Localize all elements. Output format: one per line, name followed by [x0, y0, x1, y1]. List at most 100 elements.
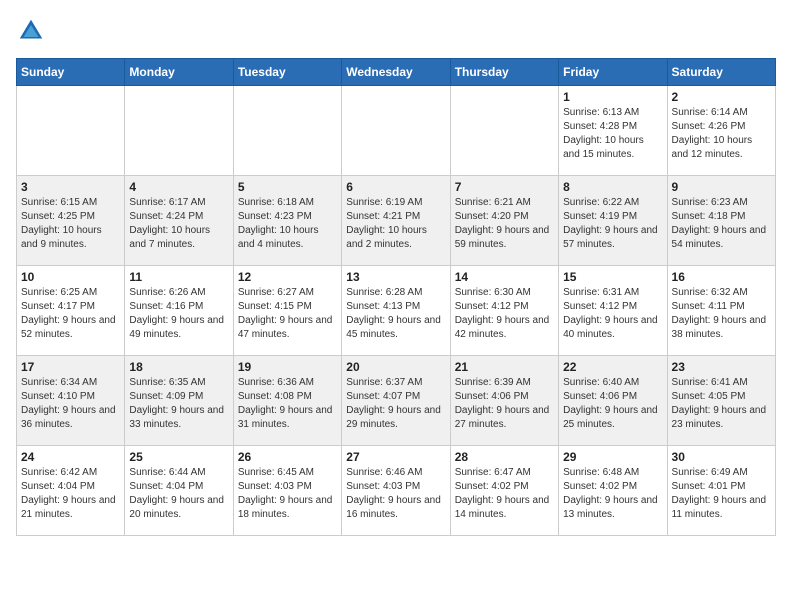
day-number: 29 — [563, 450, 662, 464]
day-number: 11 — [129, 270, 228, 284]
calendar-cell: 17 Sunrise: 6:34 AMSunset: 4:10 PMDayligh… — [17, 356, 125, 446]
day-info: Sunrise: 6:18 AMSunset: 4:23 PMDaylight:… — [238, 196, 337, 252]
day-info: Sunrise: 6:42 AMSunset: 4:04 PMDaylight:… — [21, 466, 120, 522]
day-of-week-header: Sunday — [17, 59, 125, 86]
calendar-cell: 12 Sunrise: 6:27 AMSunset: 4:15 PMDayligh… — [233, 266, 341, 356]
day-of-week-header: Wednesday — [342, 59, 450, 86]
calendar-cell: 10 Sunrise: 6:25 AMSunset: 4:17 PMDayligh… — [17, 266, 125, 356]
day-info: Sunrise: 6:21 AMSunset: 4:20 PMDaylight:… — [455, 196, 554, 252]
day-number: 23 — [672, 360, 771, 374]
day-info: Sunrise: 6:39 AMSunset: 4:06 PMDaylight:… — [455, 376, 554, 432]
day-number: 15 — [563, 270, 662, 284]
day-number: 22 — [563, 360, 662, 374]
day-of-week-header: Tuesday — [233, 59, 341, 86]
calendar-cell: 27 Sunrise: 6:46 AMSunset: 4:03 PMDayligh… — [342, 446, 450, 536]
day-number: 27 — [346, 450, 445, 464]
day-of-week-header: Friday — [559, 59, 667, 86]
calendar-cell: 22 Sunrise: 6:40 AMSunset: 4:06 PMDayligh… — [559, 356, 667, 446]
day-info: Sunrise: 6:35 AMSunset: 4:09 PMDaylight:… — [129, 376, 228, 432]
day-number: 1 — [563, 90, 662, 104]
calendar-cell: 18 Sunrise: 6:35 AMSunset: 4:09 PMDayligh… — [125, 356, 233, 446]
day-info: Sunrise: 6:15 AMSunset: 4:25 PMDaylight:… — [21, 196, 120, 252]
day-info: Sunrise: 6:14 AMSunset: 4:26 PMDaylight:… — [672, 106, 771, 162]
day-info: Sunrise: 6:31 AMSunset: 4:12 PMDaylight:… — [563, 286, 662, 342]
day-info: Sunrise: 6:13 AMSunset: 4:28 PMDaylight:… — [563, 106, 662, 162]
day-number: 19 — [238, 360, 337, 374]
day-number: 21 — [455, 360, 554, 374]
day-number: 12 — [238, 270, 337, 284]
calendar-cell: 9 Sunrise: 6:23 AMSunset: 4:18 PMDaylight… — [667, 176, 775, 266]
day-number: 9 — [672, 180, 771, 194]
day-info: Sunrise: 6:28 AMSunset: 4:13 PMDaylight:… — [346, 286, 445, 342]
calendar-cell: 16 Sunrise: 6:32 AMSunset: 4:11 PMDayligh… — [667, 266, 775, 356]
day-number: 28 — [455, 450, 554, 464]
day-number: 18 — [129, 360, 228, 374]
calendar-table: SundayMondayTuesdayWednesdayThursdayFrid… — [16, 58, 776, 536]
calendar-header: SundayMondayTuesdayWednesdayThursdayFrid… — [17, 59, 776, 86]
calendar-cell: 14 Sunrise: 6:30 AMSunset: 4:12 PMDayligh… — [450, 266, 558, 356]
calendar-cell: 8Sunrise: 6:22 AMSunset: 4:19 PMDaylight… — [559, 176, 667, 266]
calendar-cell: 20 Sunrise: 6:37 AMSunset: 4:07 PMDayligh… — [342, 356, 450, 446]
day-info: Sunrise: 6:46 AMSunset: 4:03 PMDaylight:… — [346, 466, 445, 522]
day-number: 14 — [455, 270, 554, 284]
calendar-cell — [450, 86, 558, 176]
day-info: Sunrise: 6:19 AMSunset: 4:21 PMDaylight:… — [346, 196, 445, 252]
day-info: Sunrise: 6:23 AMSunset: 4:18 PMDaylight:… — [672, 196, 771, 252]
calendar-cell: 24 Sunrise: 6:42 AMSunset: 4:04 PMDayligh… — [17, 446, 125, 536]
day-number: 2 — [672, 90, 771, 104]
day-info: Sunrise: 6:41 AMSunset: 4:05 PMDaylight:… — [672, 376, 771, 432]
calendar-cell: 4 Sunrise: 6:17 AMSunset: 4:24 PMDaylight… — [125, 176, 233, 266]
calendar-cell: 30 Sunrise: 6:49 AMSunset: 4:01 PMDayligh… — [667, 446, 775, 536]
day-number: 30 — [672, 450, 771, 464]
day-number: 4 — [129, 180, 228, 194]
day-of-week-header: Saturday — [667, 59, 775, 86]
day-number: 25 — [129, 450, 228, 464]
calendar-cell: 19 Sunrise: 6:36 AMSunset: 4:08 PMDayligh… — [233, 356, 341, 446]
logo-icon — [16, 16, 46, 46]
day-info: Sunrise: 6:36 AMSunset: 4:08 PMDaylight:… — [238, 376, 337, 432]
calendar-cell: 2 Sunrise: 6:14 AMSunset: 4:26 PMDaylight… — [667, 86, 775, 176]
day-info: Sunrise: 6:32 AMSunset: 4:11 PMDaylight:… — [672, 286, 771, 342]
day-info: Sunrise: 6:47 AMSunset: 4:02 PMDaylight:… — [455, 466, 554, 522]
day-info: Sunrise: 6:34 AMSunset: 4:10 PMDaylight:… — [21, 376, 120, 432]
day-info: Sunrise: 6:37 AMSunset: 4:07 PMDaylight:… — [346, 376, 445, 432]
calendar-cell: 21 Sunrise: 6:39 AMSunset: 4:06 PMDayligh… — [450, 356, 558, 446]
calendar-cell: 29 Sunrise: 6:48 AMSunset: 4:02 PMDayligh… — [559, 446, 667, 536]
day-info: Sunrise: 6:44 AMSunset: 4:04 PMDaylight:… — [129, 466, 228, 522]
day-number: 24 — [21, 450, 120, 464]
calendar-cell — [17, 86, 125, 176]
calendar-cell: 15 Sunrise: 6:31 AMSunset: 4:12 PMDayligh… — [559, 266, 667, 356]
day-number: 17 — [21, 360, 120, 374]
day-info: Sunrise: 6:17 AMSunset: 4:24 PMDaylight:… — [129, 196, 228, 252]
day-info: Sunrise: 6:40 AMSunset: 4:06 PMDaylight:… — [563, 376, 662, 432]
day-info: Sunrise: 6:30 AMSunset: 4:12 PMDaylight:… — [455, 286, 554, 342]
day-number: 16 — [672, 270, 771, 284]
calendar-cell: 7 Sunrise: 6:21 AMSunset: 4:20 PMDaylight… — [450, 176, 558, 266]
calendar-cell: 5 Sunrise: 6:18 AMSunset: 4:23 PMDaylight… — [233, 176, 341, 266]
day-number: 5 — [238, 180, 337, 194]
day-number: 13 — [346, 270, 445, 284]
day-info: Sunrise: 6:48 AMSunset: 4:02 PMDaylight:… — [563, 466, 662, 522]
page-header — [16, 16, 776, 46]
day-number: 7 — [455, 180, 554, 194]
calendar-cell: 13 Sunrise: 6:28 AMSunset: 4:13 PMDayligh… — [342, 266, 450, 356]
day-number: 20 — [346, 360, 445, 374]
calendar-cell: 26 Sunrise: 6:45 AMSunset: 4:03 PMDayligh… — [233, 446, 341, 536]
calendar-cell — [233, 86, 341, 176]
day-info: Sunrise: 6:49 AMSunset: 4:01 PMDaylight:… — [672, 466, 771, 522]
day-of-week-header: Thursday — [450, 59, 558, 86]
calendar-cell — [125, 86, 233, 176]
day-number: 10 — [21, 270, 120, 284]
day-info: Sunrise: 6:27 AMSunset: 4:15 PMDaylight:… — [238, 286, 337, 342]
day-info: Sunrise: 6:25 AMSunset: 4:17 PMDaylight:… — [21, 286, 120, 342]
day-number: 3 — [21, 180, 120, 194]
day-number: 6 — [346, 180, 445, 194]
calendar-cell: 3 Sunrise: 6:15 AMSunset: 4:25 PMDaylight… — [17, 176, 125, 266]
calendar-cell — [342, 86, 450, 176]
day-number: 26 — [238, 450, 337, 464]
calendar-cell: 6 Sunrise: 6:19 AMSunset: 4:21 PMDaylight… — [342, 176, 450, 266]
day-of-week-header: Monday — [125, 59, 233, 86]
day-info: Sunrise: 6:26 AMSunset: 4:16 PMDaylight:… — [129, 286, 228, 342]
calendar-cell: 1 Sunrise: 6:13 AMSunset: 4:28 PMDaylight… — [559, 86, 667, 176]
day-info: Sunrise: 6:45 AMSunset: 4:03 PMDaylight:… — [238, 466, 337, 522]
